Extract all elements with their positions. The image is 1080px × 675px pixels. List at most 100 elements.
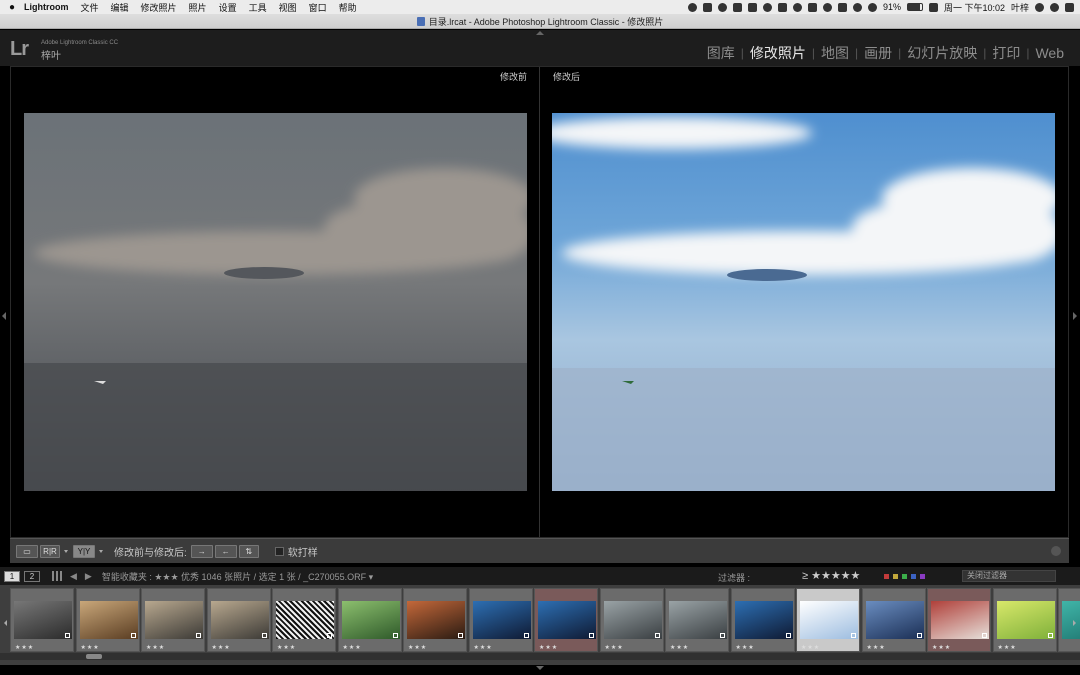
bookmark-icon[interactable]	[732, 2, 742, 12]
before-photo[interactable]	[24, 113, 527, 491]
battery-icon[interactable]	[906, 3, 923, 11]
module-book[interactable]: 画册	[858, 43, 898, 63]
menu-photo[interactable]: 照片	[189, 1, 207, 14]
menubar-user[interactable]: 叶梓	[1011, 1, 1029, 14]
compare-view: 修改前 修改后	[10, 66, 1069, 538]
filmstrip-thumbnail[interactable]: ★★★	[206, 588, 271, 652]
module-develop[interactable]: 修改照片	[744, 43, 812, 63]
filmstrip-source[interactable]: 智能收藏夹 : ★★★ 优秀 1046 张照片 / 选定 1 张 / _C270…	[102, 570, 373, 583]
menu-settings[interactable]: 设置	[219, 1, 237, 14]
filmstrip-scroll-thumb[interactable]	[86, 654, 102, 659]
filmstrip-scroll-left-icon[interactable]	[4, 620, 7, 626]
menu-help[interactable]: 帮助	[339, 1, 357, 14]
menu-window[interactable]: 窗口	[309, 1, 327, 14]
filmstrip-thumbnail[interactable]: ★★★	[599, 588, 664, 652]
color-blue-swatch[interactable]	[911, 574, 916, 579]
yy-dropdown-icon[interactable]	[99, 549, 103, 553]
dropbox-icon[interactable]	[702, 2, 712, 12]
toolbar-menu-icon[interactable]	[1051, 546, 1061, 556]
thumbnail-rating: ★★★	[80, 645, 100, 651]
menu-tools[interactable]: 工具	[249, 1, 267, 14]
filmstrip-scrollbar[interactable]	[0, 653, 1080, 660]
filmstrip-thumbnail[interactable]	[1058, 588, 1080, 652]
filmstrip-thumbnail[interactable]: ★★★	[992, 588, 1057, 652]
menu-edit[interactable]: 编辑	[111, 1, 129, 14]
wifi-icon[interactable]	[867, 2, 877, 12]
rating-filter[interactable]: ≥ ★★★★★	[802, 569, 860, 582]
secondary-monitor-button[interactable]: 2	[24, 570, 40, 582]
right-panel-toggle-icon[interactable]	[1073, 312, 1077, 320]
filmstrip-thumbnail[interactable]: ★★★	[337, 588, 402, 652]
filmstrip-thumbnail[interactable]: ★★★	[665, 588, 729, 652]
bottom-panel-toggle-icon[interactable]	[536, 666, 544, 670]
filter-preset-select[interactable]: 关闭过滤器	[962, 570, 1056, 582]
color-yellow-swatch[interactable]	[893, 574, 898, 579]
compare-label: 修改前与修改后:	[114, 547, 187, 559]
filmstrip-thumbnail[interactable]: ★★★	[534, 588, 598, 652]
top-panel-toggle-icon[interactable]	[536, 31, 544, 35]
airplay-icon[interactable]	[777, 2, 787, 12]
color-red-swatch[interactable]	[884, 574, 889, 579]
copy-before-to-after-button[interactable]: →	[190, 544, 213, 558]
window-titlebar: 目录.lrcat - Adobe Photoshop Lightroom Cla…	[0, 14, 1080, 29]
notification-icon[interactable]	[1065, 2, 1074, 12]
filmstrip-scroll-right-icon[interactable]	[1073, 620, 1076, 626]
primary-monitor-button[interactable]: 1	[4, 570, 20, 582]
siri-icon[interactable]	[1050, 2, 1059, 12]
edit-badge-icon	[130, 633, 136, 638]
filmstrip-thumbnail[interactable]: ★★★	[796, 588, 860, 652]
thumbnail-image	[145, 601, 203, 639]
clock-icon[interactable]	[687, 2, 697, 12]
module-print[interactable]: 打印	[986, 43, 1026, 63]
module-web[interactable]: Web	[1029, 45, 1070, 61]
color-purple-swatch[interactable]	[920, 574, 925, 579]
module-slideshow[interactable]: 幻灯片放映	[901, 43, 983, 63]
s-icon[interactable]	[928, 2, 938, 12]
info-icon[interactable]	[792, 2, 802, 12]
filmstrip-thumbnail[interactable]: ★★★	[141, 588, 205, 652]
grid-view-icon[interactable]	[52, 571, 62, 581]
module-map[interactable]: 地图	[815, 43, 855, 63]
menu-file[interactable]: 文件	[81, 1, 99, 14]
thumbnail-image	[1062, 601, 1080, 639]
soft-proof-checkbox[interactable]	[274, 546, 284, 556]
module-library[interactable]: 图库	[701, 43, 741, 63]
menubar-clock[interactable]: 周一 下午10:02	[944, 1, 1005, 14]
back-arrow-icon[interactable]: ◀	[70, 571, 77, 582]
color-green-swatch[interactable]	[902, 574, 907, 579]
volume-icon[interactable]	[837, 2, 847, 12]
thumbnail-rating: ★★★	[932, 645, 952, 651]
rr-dropdown-icon[interactable]	[64, 549, 68, 553]
filmstrip-thumbnail[interactable]: ★★★	[272, 588, 336, 652]
filmstrip-thumbnail[interactable]: ★★★	[75, 588, 140, 652]
forward-arrow-icon[interactable]: ▶	[85, 571, 92, 582]
filmstrip-thumbnail[interactable]: ★★★	[861, 588, 926, 652]
display-icon[interactable]	[747, 2, 757, 12]
menu-view[interactable]: 视图	[279, 1, 297, 14]
rr-view-button[interactable]: R|R	[40, 544, 60, 558]
timemachine-icon[interactable]	[822, 2, 832, 12]
thumbnail-image	[14, 601, 72, 639]
app-menu[interactable]: Lightroom	[24, 2, 69, 12]
swap-before-after-button[interactable]: ⇅	[238, 544, 259, 558]
menu-develop[interactable]: 修改照片	[141, 1, 177, 14]
after-photo[interactable]	[552, 113, 1055, 491]
cloud-icon[interactable]	[717, 2, 727, 12]
grid-icon[interactable]	[807, 2, 817, 12]
filmstrip-thumbnail[interactable]: ★★★	[10, 588, 74, 652]
thumbnail-rating: ★★★	[801, 645, 821, 651]
bluetooth-icon[interactable]	[852, 2, 862, 12]
edit-badge-icon	[458, 633, 463, 638]
left-panel-toggle-icon[interactable]	[2, 312, 6, 320]
filmstrip-thumbnail[interactable]: ★★★	[468, 588, 533, 652]
yy-view-button[interactable]: Y|Y	[73, 544, 95, 558]
search-icon[interactable]	[1035, 2, 1044, 12]
filmstrip-thumbnail[interactable]: ★★★	[730, 588, 795, 652]
copy-after-to-before-button[interactable]: ←	[214, 544, 237, 558]
soft-proof-label: 软打样	[287, 547, 318, 559]
filmstrip-thumbnail[interactable]: ★★★	[403, 588, 467, 652]
apple-icon[interactable]: ●	[0, 2, 24, 13]
globe-icon[interactable]	[762, 2, 772, 12]
filmstrip-thumbnail[interactable]: ★★★	[927, 588, 991, 652]
loupe-view-button[interactable]: ▭	[16, 544, 38, 558]
